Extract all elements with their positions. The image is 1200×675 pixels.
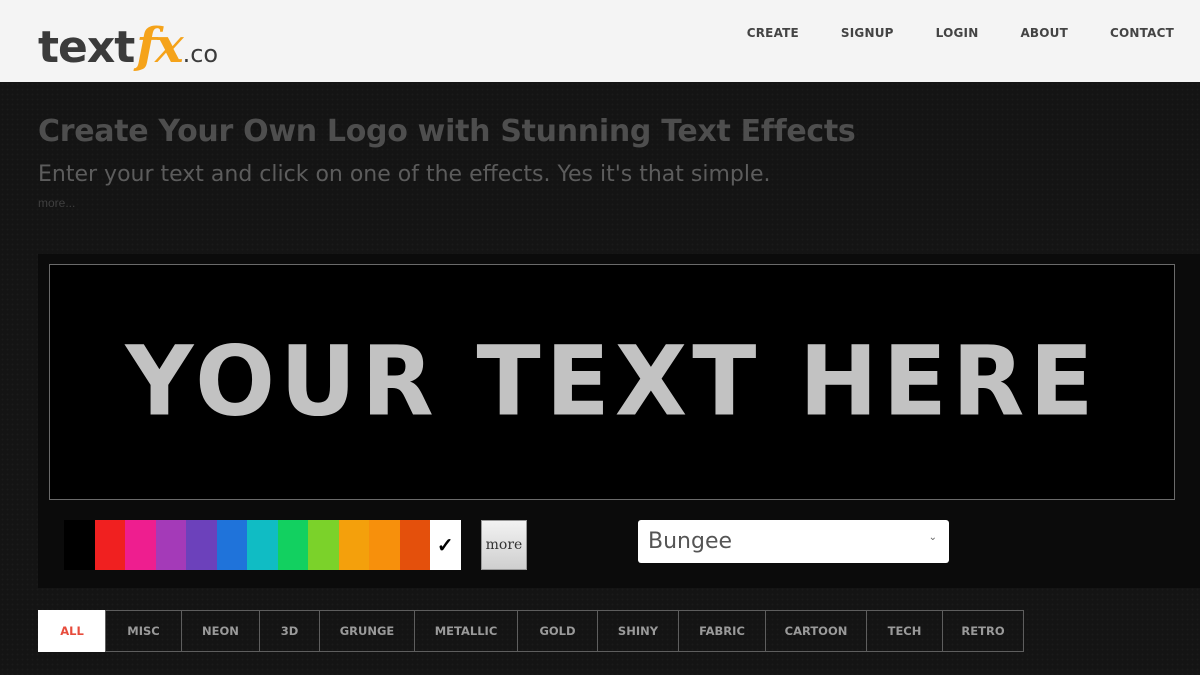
tab-misc[interactable]: MISC <box>105 610 182 652</box>
more-info-link[interactable]: more... <box>38 196 75 210</box>
more-colors-button[interactable]: more <box>481 520 527 570</box>
tab-gold[interactable]: GOLD <box>517 610 598 652</box>
color-swatch[interactable] <box>94 520 125 570</box>
main-nav: CREATE SIGNUP LOGIN ABOUT CONTACT <box>705 26 1174 40</box>
nav-about[interactable]: ABOUT <box>1020 26 1068 40</box>
preview-text: YOUR TEXT HERE <box>125 326 1099 438</box>
category-tabs: ALL MISC NEON 3D GRUNGE METALLIC GOLD SHINY FABR… <box>38 610 1024 652</box>
page-subtitle: Enter your text and click on one of the … <box>38 162 771 187</box>
color-swatch[interactable] <box>399 520 430 570</box>
tab-fabric[interactable]: FABRIC <box>678 610 766 652</box>
tab-cartoon[interactable]: CARTOON <box>765 610 867 652</box>
logo-fx: fx <box>136 18 183 74</box>
color-swatch[interactable] <box>277 520 308 570</box>
color-swatch[interactable] <box>155 520 186 570</box>
color-swatch[interactable]: ✓ <box>430 520 461 570</box>
text-preview[interactable]: YOUR TEXT HERE <box>49 264 1175 500</box>
color-swatch[interactable] <box>338 520 369 570</box>
color-swatch[interactable] <box>247 520 278 570</box>
color-swatches: ✓ <box>64 520 461 570</box>
color-swatch[interactable] <box>125 520 156 570</box>
site-header: text fx .co CREATE SIGNUP LOGIN ABOUT CO… <box>0 0 1200 82</box>
nav-login[interactable]: LOGIN <box>936 26 979 40</box>
color-swatch[interactable] <box>308 520 339 570</box>
logo-co: .co <box>182 40 219 68</box>
tab-shiny[interactable]: SHINY <box>597 610 679 652</box>
tab-grunge[interactable]: GRUNGE <box>319 610 415 652</box>
page-title: Create Your Own Logo with Stunning Text … <box>38 114 856 149</box>
nav-contact[interactable]: CONTACT <box>1110 26 1174 40</box>
tab-tech[interactable]: TECH <box>866 610 943 652</box>
site-logo[interactable]: text fx .co <box>38 10 218 70</box>
color-swatch[interactable] <box>64 520 95 570</box>
color-swatch[interactable] <box>216 520 247 570</box>
chevron-down-icon: ⌄ <box>928 532 937 543</box>
nav-signup[interactable]: SIGNUP <box>841 26 894 40</box>
tab-3d[interactable]: 3D <box>259 610 320 652</box>
font-select-value: Bungee <box>648 529 733 554</box>
tab-metallic[interactable]: METALLIC <box>414 610 518 652</box>
nav-create[interactable]: CREATE <box>747 26 799 40</box>
tab-neon[interactable]: NEON <box>181 610 260 652</box>
check-icon: ✓ <box>436 534 454 557</box>
tab-retro[interactable]: RETRO <box>942 610 1024 652</box>
logo-text: text <box>38 22 135 73</box>
color-swatch[interactable] <box>369 520 400 570</box>
color-swatch[interactable] <box>186 520 217 570</box>
tab-all[interactable]: ALL <box>38 610 106 652</box>
font-select[interactable]: Bungee ⌄ <box>638 520 949 563</box>
